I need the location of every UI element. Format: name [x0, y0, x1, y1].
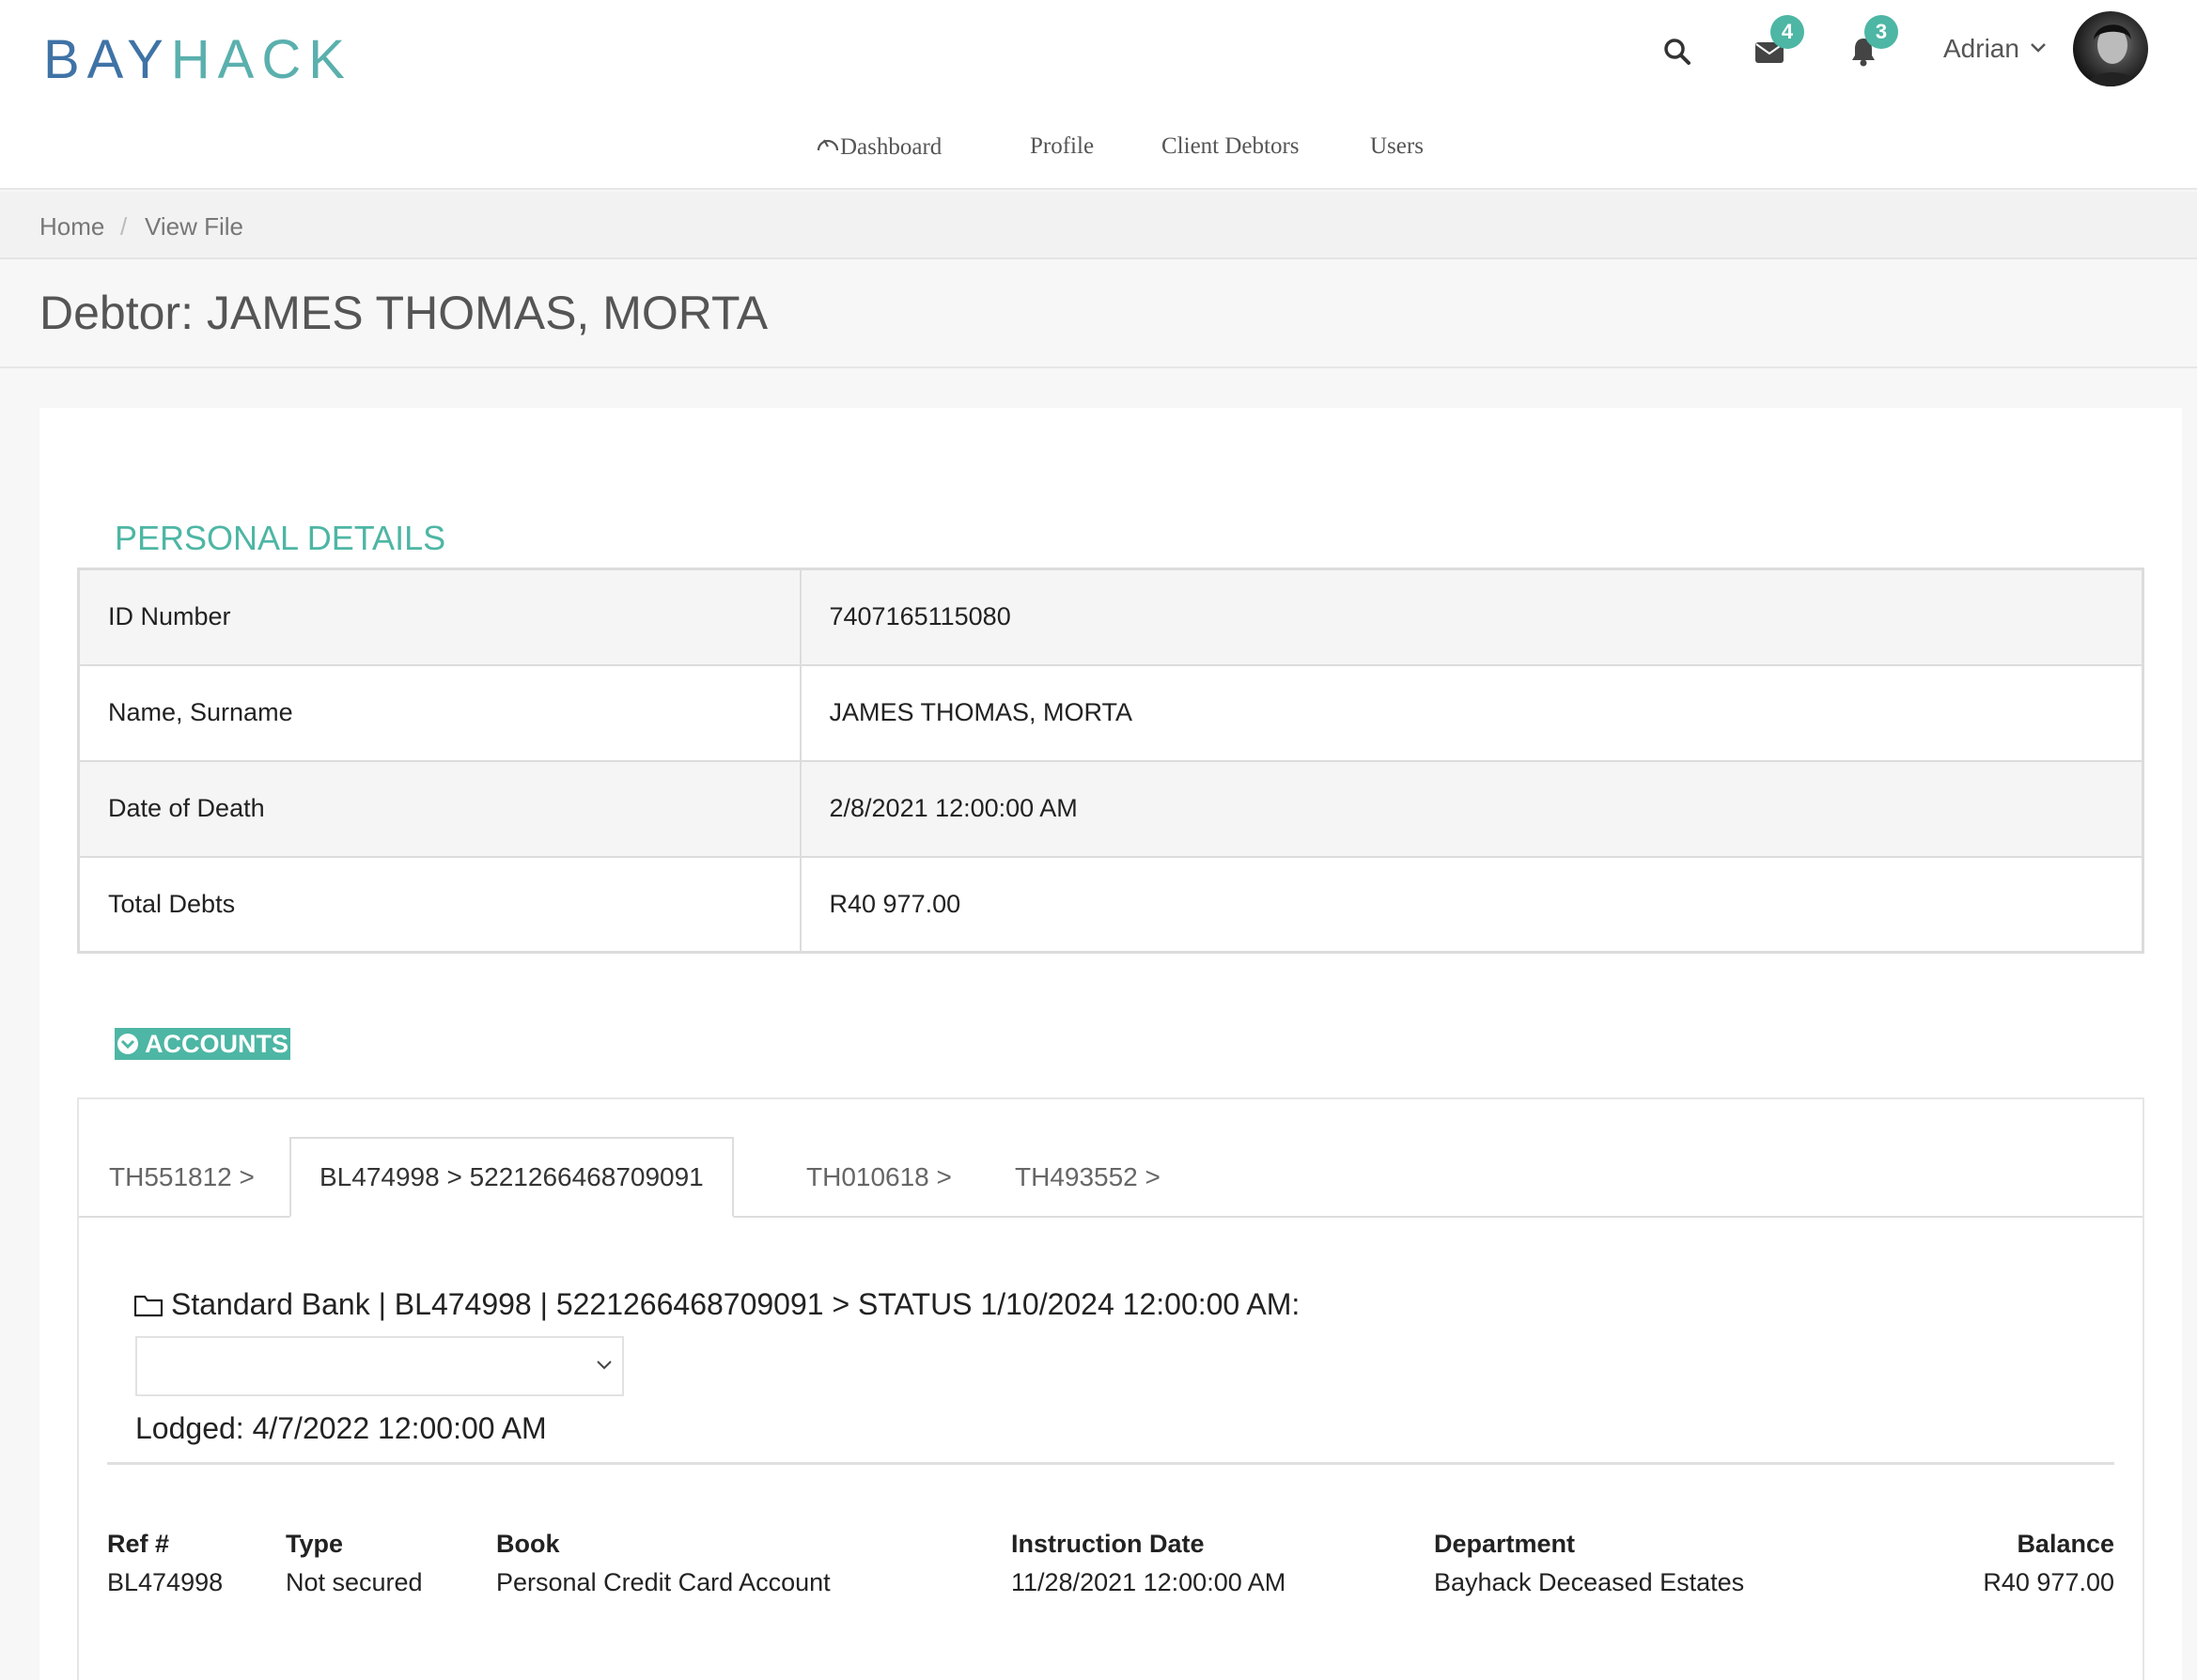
chevron-down-icon — [596, 1359, 613, 1376]
col-header: Department — [1434, 1530, 1576, 1558]
account-status-text: Standard Bank | BL474998 | 5221266468709… — [171, 1287, 1301, 1321]
detail-label: Total Debts — [77, 855, 802, 954]
top-header: BAYHACK 4 3 Adrian Dashboard Profile Cli… — [0, 0, 2197, 190]
detail-value: 7407165115080 — [799, 568, 2144, 666]
tab-th493552[interactable]: TH493552 > — [1015, 1137, 1161, 1218]
accounts-panel: TH551812 > BL474998 > 5221266468709091 T… — [77, 1097, 2144, 1680]
col-department: Department Bayhack Deceased Estates — [1434, 1530, 1744, 1597]
detail-label: Date of Death — [77, 759, 802, 858]
nav-dashboard[interactable]: Dashboard — [816, 133, 942, 163]
col-header: Type — [286, 1530, 344, 1558]
avatar[interactable] — [2073, 11, 2148, 86]
debtor-card: PERSONAL DETAILS ID Number 7407165115080… — [39, 408, 2182, 1680]
tab-th551812[interactable]: TH551812 > — [109, 1137, 255, 1218]
breadcrumb-current: View File — [145, 212, 244, 241]
col-value: Personal Credit Card Account — [496, 1568, 831, 1596]
table-row: Name, Surname JAMES THOMAS, MORTA — [77, 663, 2144, 762]
breadcrumb-separator: / — [120, 212, 128, 241]
col-instruction-date: Instruction Date 11/28/2021 12:00:00 AM — [1011, 1530, 1285, 1597]
col-value: Not secured — [286, 1568, 423, 1596]
detail-label: ID Number — [77, 568, 802, 666]
col-value: R40 977.00 — [1983, 1568, 2114, 1596]
messages-badge: 4 — [1770, 15, 1804, 49]
col-value: Bayhack Deceased Estates — [1434, 1568, 1745, 1596]
nav-users[interactable]: Users — [1370, 133, 1424, 160]
nav-dashboard-label: Dashboard — [840, 134, 943, 160]
accounts-heading: ACCOUNTS — [145, 1029, 288, 1058]
chevron-down-icon[interactable] — [2030, 41, 2047, 58]
col-header: Ref # — [107, 1530, 170, 1558]
col-header: Instruction Date — [1011, 1530, 1205, 1558]
page-title: Debtor: JAMES THOMAS, MORTA — [39, 287, 769, 339]
chevron-circle-down-icon — [117, 1033, 139, 1055]
accounts-toggle[interactable]: ACCOUNTS — [115, 1028, 290, 1060]
table-row: Date of Death 2/8/2021 12:00:00 AM — [77, 759, 2144, 858]
status-select[interactable] — [135, 1336, 624, 1396]
folder-icon — [133, 1293, 164, 1317]
col-ref: Ref # BL474998 — [107, 1530, 223, 1597]
detail-value: R40 977.00 — [799, 855, 2144, 954]
col-header: Balance — [2017, 1530, 2114, 1558]
user-menu-name[interactable]: Adrian — [1943, 34, 2019, 64]
logo-part-1: BAY — [43, 29, 171, 90]
personal-details-table: ID Number 7407165115080 Name, Surname JA… — [77, 568, 2144, 954]
col-value: BL474998 — [107, 1568, 224, 1596]
col-type: Type Not secured — [286, 1530, 423, 1597]
personal-details-heading: PERSONAL DETAILS — [115, 519, 446, 557]
table-row: Total Debts R40 977.00 — [77, 855, 2144, 954]
nav-client-debtors[interactable]: Client Debtors — [1161, 133, 1300, 160]
col-book: Book Personal Credit Card Account — [496, 1530, 831, 1597]
notifications-badge: 3 — [1864, 15, 1898, 49]
table-row: ID Number 7407165115080 — [77, 568, 2144, 666]
breadcrumb: Home / View File — [0, 192, 2197, 259]
breadcrumb-home[interactable]: Home — [39, 212, 104, 241]
col-balance: Balance R40 977.00 — [1983, 1530, 2114, 1597]
account-status-line: Standard Bank | BL474998 | 5221266468709… — [133, 1287, 1300, 1322]
divider — [0, 366, 2197, 368]
bayhack-logo[interactable]: BAYHACK — [43, 28, 352, 91]
tab-th010618[interactable]: TH010618 > — [806, 1137, 952, 1218]
col-header: Book — [496, 1530, 560, 1558]
divider — [107, 1462, 2114, 1465]
lodged-date: Lodged: 4/7/2022 12:00:00 AM — [135, 1411, 547, 1445]
search-icon[interactable] — [1654, 28, 1701, 75]
gauge-icon — [816, 133, 840, 163]
logo-part-2: HACK — [170, 29, 352, 90]
detail-value: 2/8/2021 12:00:00 AM — [799, 759, 2144, 858]
nav-profile[interactable]: Profile — [1030, 133, 1094, 160]
detail-value: JAMES THOMAS, MORTA — [799, 663, 2144, 762]
tab-bl474998[interactable]: BL474998 > 5221266468709091 — [289, 1137, 734, 1218]
detail-label: Name, Surname — [77, 663, 802, 762]
col-value: 11/28/2021 12:00:00 AM — [1011, 1568, 1286, 1596]
